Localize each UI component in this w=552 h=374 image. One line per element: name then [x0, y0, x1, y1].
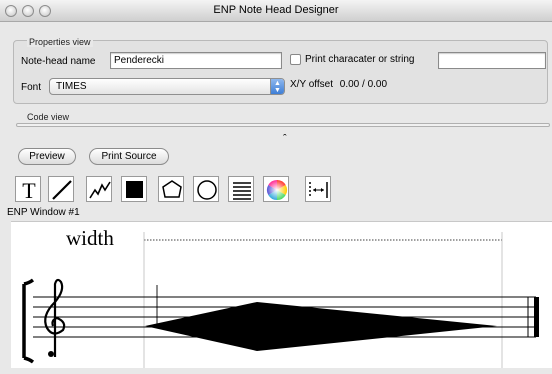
- print-string-checkbox-label: Print characater or string: [305, 54, 415, 65]
- properties-view-label: Properties view: [27, 37, 93, 47]
- width-tool-button[interactable]: [305, 176, 331, 202]
- filled-square-icon: [126, 181, 143, 198]
- horizontal-lines-icon: [233, 182, 251, 200]
- text-T-icon: T: [22, 178, 36, 203]
- collapse-caret-icon[interactable]: ˆ: [283, 133, 287, 145]
- width-arrows-icon: [309, 182, 328, 198]
- text-tool-button[interactable]: T: [15, 176, 41, 203]
- penderecki-note-head: [145, 302, 497, 351]
- chevron-updown-icon: ▲ ▼: [270, 79, 284, 94]
- xy-offset-label: X/Y offset 0.00 / 0.00: [290, 79, 387, 90]
- print-string-input[interactable]: [438, 52, 546, 69]
- code-view-splitter[interactable]: [16, 123, 550, 127]
- note-head-name-label: Note-head name: [21, 56, 96, 67]
- enp-window-label: ENP Window #1: [7, 207, 80, 218]
- svg-text:T: T: [22, 178, 36, 203]
- polygon-tool-button[interactable]: [158, 176, 184, 202]
- polyline-icon: [89, 181, 111, 199]
- title-bar: ENP Note Head Designer: [0, 0, 552, 22]
- note-head-name-input[interactable]: Penderecki: [110, 52, 282, 69]
- circle-tool-button[interactable]: [193, 176, 219, 202]
- xy-offset-label-text: X/Y offset: [290, 79, 333, 90]
- color-tool-button[interactable]: [263, 176, 289, 202]
- pentagon-icon: [162, 180, 182, 198]
- enp-window-canvas[interactable]: width: [11, 221, 552, 368]
- thick-barline: [534, 297, 539, 337]
- polyline-tool-button[interactable]: [86, 176, 112, 202]
- filled-rect-tool-button[interactable]: [121, 176, 147, 202]
- treble-clef-icon: [44, 278, 66, 357]
- print-source-button[interactable]: Print Source: [89, 148, 169, 165]
- circle-icon: [197, 180, 217, 200]
- window-title: ENP Note Head Designer: [213, 4, 339, 16]
- notation-drawing: [22, 232, 539, 368]
- xy-offset-value: 0.00 / 0.00: [339, 79, 388, 90]
- font-select[interactable]: TIMES ▲ ▼: [49, 78, 285, 95]
- code-view-label: Code view: [27, 112, 70, 122]
- print-string-checkbox[interactable]: [290, 54, 301, 65]
- system-bracket: [22, 278, 35, 364]
- line-icon: [52, 180, 72, 200]
- line-tool-button[interactable]: [48, 176, 74, 202]
- color-wheel-icon: [266, 179, 288, 201]
- font-label: Font: [21, 82, 42, 93]
- lines-tool-button[interactable]: [228, 176, 254, 202]
- font-select-value: TIMES: [56, 81, 87, 92]
- preview-button[interactable]: Preview: [18, 148, 76, 165]
